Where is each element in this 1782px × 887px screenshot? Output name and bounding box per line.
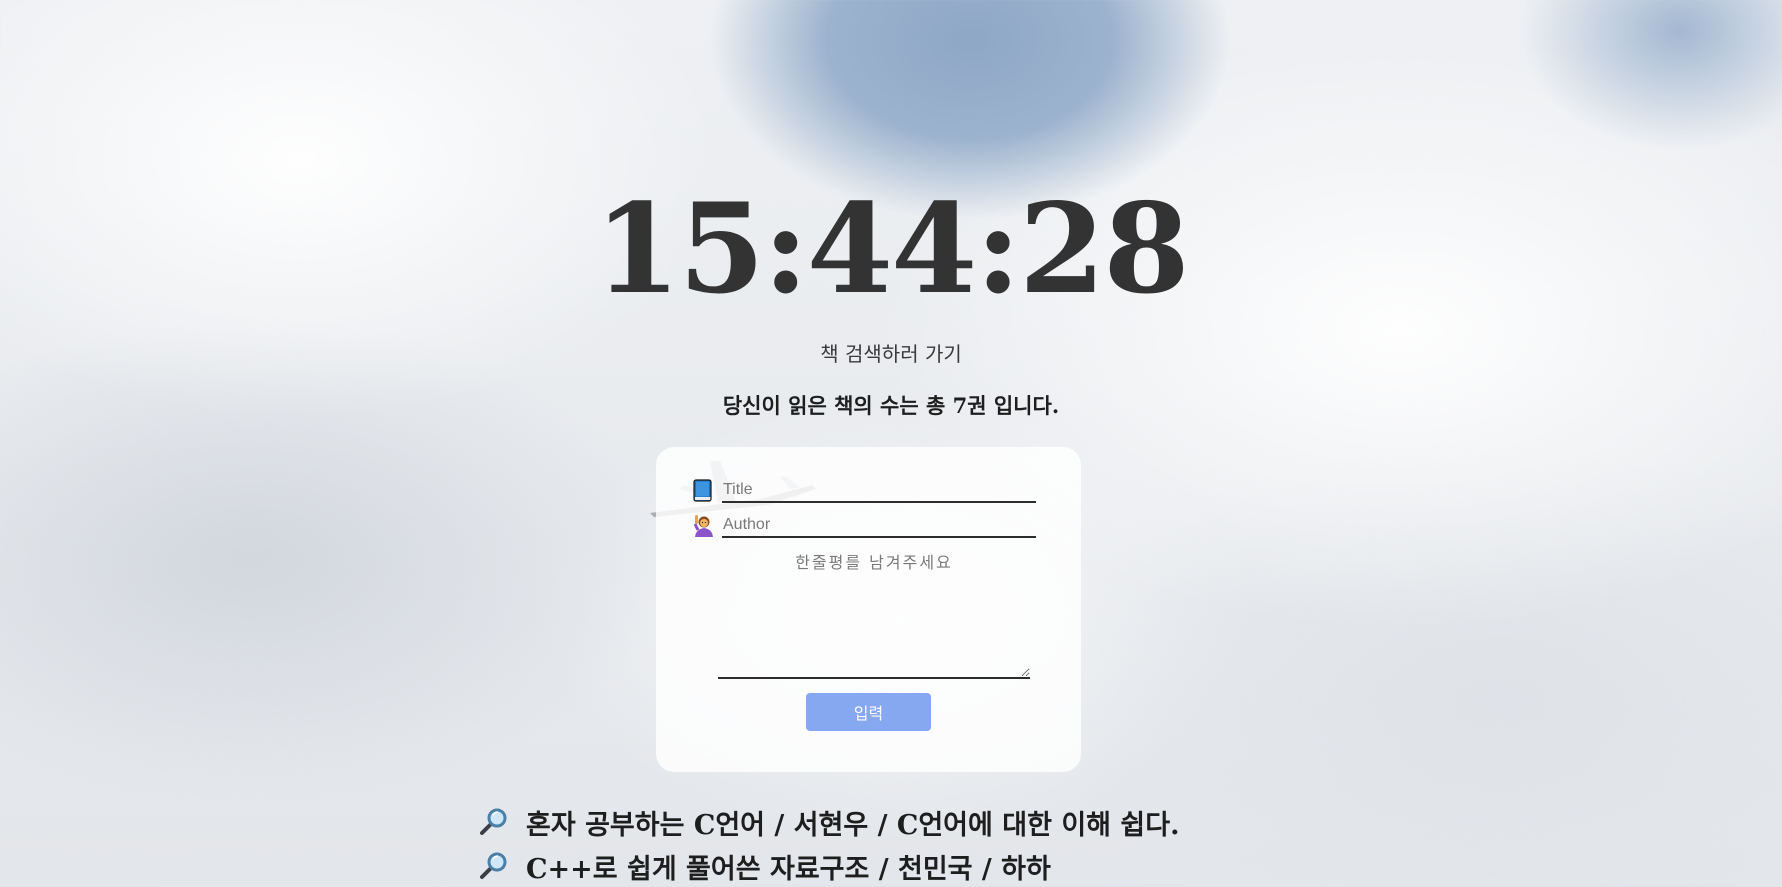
book-entry-text: 혼자 공부하는 C언어 / 서현우 / C언어에 대한 이해 쉽다.	[526, 809, 1180, 841]
person-raising-hand-icon	[693, 515, 713, 537]
book-list: 혼자 공부하는 C언어 / 서현우 / C언어에 대한 이해 쉽다. C++로 …	[478, 800, 1180, 887]
book-icon	[693, 479, 712, 502]
author-row	[692, 510, 1036, 538]
magnifier-icon	[480, 808, 507, 835]
submit-button[interactable]: 입력	[806, 693, 931, 731]
read-count-text: 당신이 읽은 책의 수는 총 7권 입니다.	[722, 393, 1060, 418]
list-item: C++로 쉽게 풀어쓴 자료구조 / 천민국 / 하하	[478, 844, 1180, 887]
title-row	[692, 475, 1036, 503]
clock-display: 15:44:28	[594, 177, 1189, 322]
book-entry-form: 입력	[656, 447, 1081, 772]
list-item: 혼자 공부하는 C언어 / 서현우 / C언어에 대한 이해 쉽다.	[478, 800, 1180, 844]
author-input[interactable]	[722, 514, 1036, 538]
book-search-link[interactable]: 책 검색하러 가기	[0, 338, 1782, 367]
magnifier-icon	[480, 852, 507, 879]
title-input[interactable]	[722, 479, 1036, 503]
review-textarea[interactable]	[718, 549, 1030, 679]
book-entry-text: C++로 쉽게 풀어쓴 자료구조 / 천민국 / 하하	[526, 853, 1051, 885]
